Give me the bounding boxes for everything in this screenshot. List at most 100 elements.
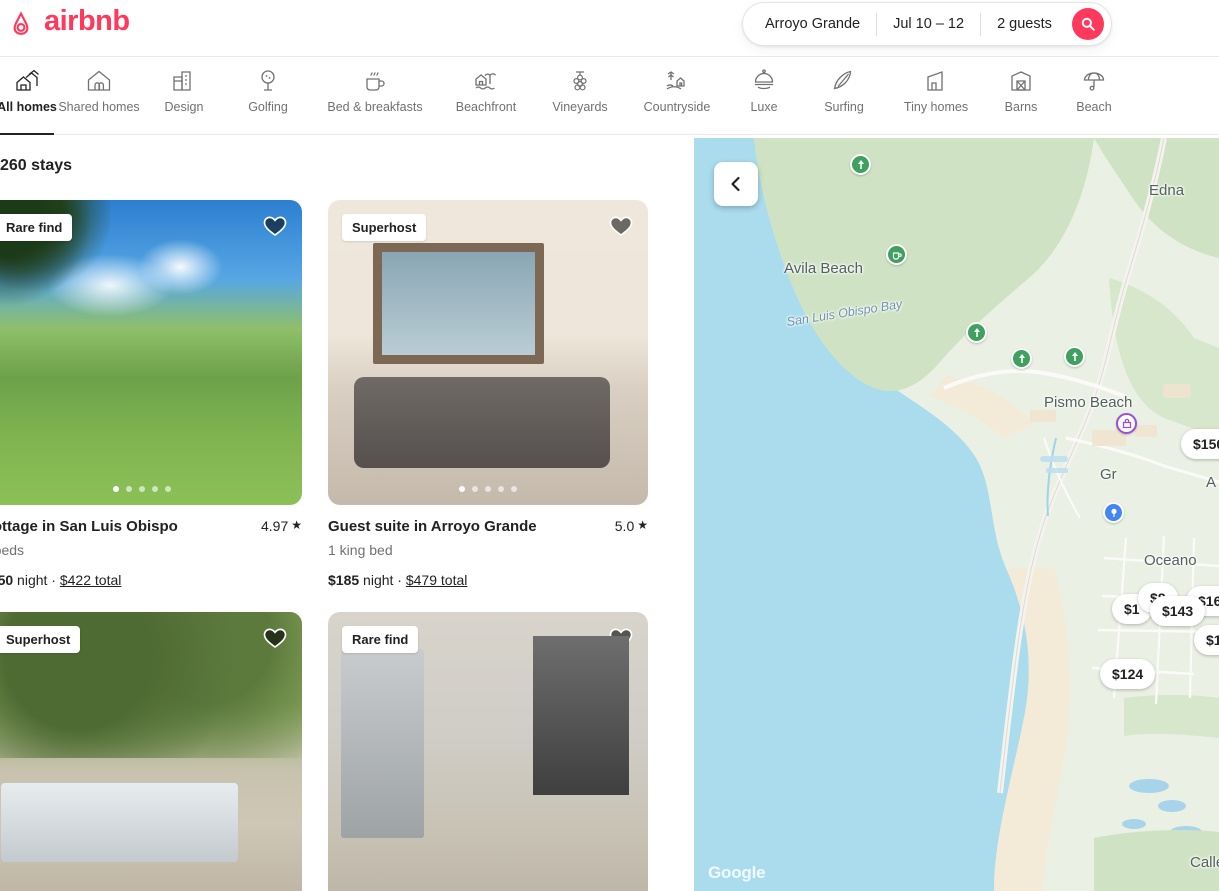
heart-icon[interactable] bbox=[608, 214, 634, 238]
price-total[interactable]: $422 total bbox=[60, 572, 122, 588]
price-separator: night · bbox=[13, 572, 60, 588]
map-price-pill[interactable]: $150 bbox=[1181, 429, 1219, 459]
price-total[interactable]: $479 total bbox=[406, 572, 468, 588]
map-label-grover: Gr bbox=[1100, 466, 1117, 483]
category-countryside[interactable]: Countryside bbox=[626, 57, 728, 135]
category-barns[interactable]: Barns bbox=[984, 57, 1058, 135]
search-button[interactable] bbox=[1071, 8, 1104, 40]
airbnb-logo[interactable]: airbnb bbox=[4, 3, 130, 37]
listing-beds: 2 beds bbox=[0, 542, 25, 558]
carousel-dot[interactable] bbox=[139, 486, 145, 492]
listing-photo[interactable]: Superhost bbox=[328, 200, 648, 505]
carousel-dot[interactable] bbox=[472, 486, 478, 492]
category-bed-and-breakfasts[interactable]: Bed & breakfasts bbox=[312, 57, 438, 135]
map-label-avila-beach: Avila Beach bbox=[784, 260, 863, 277]
listing-card[interactable]: Rare find bbox=[328, 612, 648, 891]
park-icon[interactable] bbox=[1011, 348, 1032, 369]
photo-carousel-dots[interactable] bbox=[113, 486, 171, 492]
listing-price: $185 night · $479 total bbox=[328, 558, 648, 588]
category-label: Beachfront bbox=[455, 100, 517, 114]
category-design[interactable]: Design bbox=[144, 57, 224, 135]
search-guests[interactable]: 2 guests bbox=[981, 2, 1068, 46]
surfboard-icon bbox=[831, 68, 857, 94]
chevron-left-icon bbox=[728, 176, 744, 192]
category-all-homes[interactable]: All homes bbox=[0, 57, 57, 135]
category-label: Countryside bbox=[643, 100, 711, 114]
listing-rating: 5.0 ★ bbox=[615, 518, 648, 534]
tiny-house-icon bbox=[923, 68, 949, 94]
map-back-button[interactable] bbox=[714, 162, 758, 206]
search-dates[interactable]: Jul 10 – 12 bbox=[877, 2, 980, 46]
carousel-dot[interactable] bbox=[152, 486, 158, 492]
rating-value: 4.97 bbox=[260, 518, 289, 534]
map-price-pill[interactable]: $124 bbox=[1100, 659, 1156, 689]
category-label: Vineyards bbox=[552, 100, 608, 114]
airbnb-wordmark: airbnb bbox=[44, 4, 130, 37]
category-luxe[interactable]: Luxe bbox=[728, 57, 800, 135]
results-panel: 260 stays Rare find Cottage in San Luis … bbox=[0, 135, 694, 891]
map-label-oceano: Oceano bbox=[1144, 552, 1197, 569]
map-label-pismo-beach: Pismo Beach bbox=[1044, 394, 1133, 411]
coffee-mug-icon bbox=[362, 68, 388, 94]
search-location[interactable]: Arroyo Grande bbox=[743, 2, 876, 46]
amusement-icon[interactable] bbox=[1103, 502, 1124, 523]
category-label: Surfing bbox=[824, 100, 864, 114]
price-per-night: $150 bbox=[0, 572, 14, 588]
shop-icon[interactable] bbox=[1116, 413, 1137, 434]
heart-icon[interactable] bbox=[262, 626, 288, 650]
shared-home-icon bbox=[86, 68, 112, 94]
cafe-icon[interactable] bbox=[886, 244, 907, 265]
star-icon: ★ bbox=[291, 518, 302, 532]
map-label-arroyo: A bbox=[1206, 474, 1217, 491]
listing-info: Cottage in San Luis Obispo 4.97 ★ 2 beds… bbox=[0, 505, 302, 588]
heart-icon[interactable] bbox=[262, 214, 288, 238]
heart-icon[interactable] bbox=[608, 626, 634, 650]
design-building-icon bbox=[171, 68, 197, 94]
park-icon[interactable] bbox=[1064, 346, 1085, 367]
listing-beds: 1 king bed bbox=[328, 542, 393, 558]
search-icon bbox=[1081, 17, 1095, 31]
map-price-pill[interactable]: $143 bbox=[1150, 596, 1206, 626]
category-label: Golfing bbox=[248, 100, 288, 114]
price-separator: night · bbox=[359, 572, 406, 588]
carousel-dot[interactable] bbox=[126, 486, 132, 492]
category-label: Shared homes bbox=[58, 100, 140, 114]
photo-carousel-dots[interactable] bbox=[459, 486, 517, 492]
category-golfing[interactable]: Golfing bbox=[224, 57, 312, 135]
category-beach[interactable]: Beach bbox=[1058, 57, 1130, 135]
listing-card[interactable]: Superhost bbox=[328, 200, 648, 588]
carousel-dot[interactable] bbox=[165, 486, 171, 492]
carousel-dot[interactable] bbox=[459, 486, 465, 492]
listing-photo[interactable]: Rare find bbox=[328, 612, 648, 891]
category-surfing[interactable]: Surfing bbox=[800, 57, 888, 135]
category-beachfront[interactable]: Beachfront bbox=[438, 57, 534, 135]
status-badge: Rare find bbox=[0, 214, 73, 241]
carousel-dot[interactable] bbox=[485, 486, 491, 492]
listing-card[interactable]: Rare find bbox=[0, 200, 302, 588]
houses-icon bbox=[14, 68, 40, 94]
category-tiny-homes[interactable]: Tiny homes bbox=[888, 57, 984, 135]
listing-photo[interactable]: Rare find bbox=[0, 200, 302, 505]
category-nav[interactable]: All homes Shared homes Design Golfing Be… bbox=[0, 57, 1219, 135]
search-bar[interactable]: Arroyo Grande Jul 10 – 12 2 guests bbox=[742, 2, 1112, 46]
carousel-dot[interactable] bbox=[113, 486, 119, 492]
carousel-dot[interactable] bbox=[511, 486, 517, 492]
umbrella-icon bbox=[1081, 68, 1107, 94]
map-price-pill[interactable]: $18 bbox=[1194, 625, 1219, 655]
barn-icon bbox=[1008, 68, 1034, 94]
countryside-icon bbox=[664, 68, 690, 94]
map-panel[interactable]: Edna Avila Beach San Luis Obispo Bay Pis… bbox=[694, 138, 1219, 891]
category-shared-homes[interactable]: Shared homes bbox=[54, 57, 144, 135]
airbnb-logo-icon bbox=[4, 3, 38, 37]
google-attribution: Google bbox=[708, 863, 766, 882]
carousel-dot[interactable] bbox=[498, 486, 504, 492]
park-icon[interactable] bbox=[850, 154, 871, 175]
park-icon[interactable] bbox=[966, 322, 987, 343]
status-badge: Rare find bbox=[342, 626, 419, 653]
listing-card[interactable]: Superhost bbox=[0, 612, 302, 891]
status-badge: Superhost bbox=[0, 626, 81, 653]
cloche-icon bbox=[751, 68, 777, 94]
listing-photo[interactable]: Superhost bbox=[0, 612, 302, 891]
map-label-callender: Calle bbox=[1190, 854, 1219, 871]
category-vineyards[interactable]: Vineyards bbox=[534, 57, 626, 135]
